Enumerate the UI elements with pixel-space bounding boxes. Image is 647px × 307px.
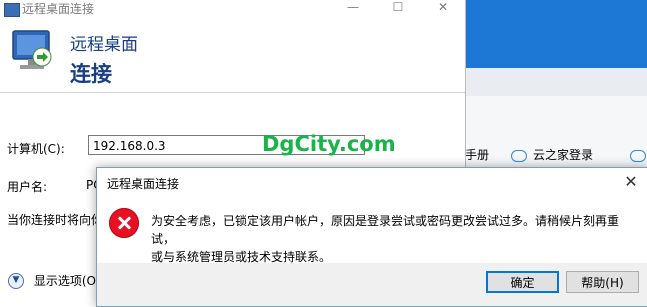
header-title-line1: 远程桌面 (70, 35, 138, 55)
username-label: 用户名: (7, 180, 48, 194)
cloud-icon (630, 149, 646, 162)
background-toolbar (465, 68, 647, 96)
window-title: 远程桌面连接 (22, 2, 95, 16)
bookmark-item[interactable]: 云之家登录 (511, 146, 593, 163)
dialog-title: 远程桌面连接 (107, 177, 180, 191)
background-header (465, 0, 647, 68)
ok-button[interactable]: 确定 (486, 271, 559, 293)
dialog-close-button[interactable]: ✕ (614, 168, 647, 196)
error-message-line1: 为安全考虑，已锁定该用户帐户，原因是登录尝试或密码更改尝试过多。请稍候片刻再重试… (151, 214, 620, 246)
error-message: 为安全考虑，已锁定该用户帐户，原因是登录尝试或密码更改尝试过多。请稍候片刻再重试… (151, 212, 631, 266)
watermark-text: DgCity.com (262, 132, 396, 156)
maximize-button[interactable]: ☐ (383, 0, 413, 14)
error-dialog: 远程桌面连接 ✕ 为安全考虑，已锁定该用户帐户，原因是登录尝试或密码更改尝试过多… (96, 167, 647, 307)
bookmark-label: 云之家登录 (533, 148, 594, 162)
dialog-button-bar: 确定 帮助(H) (97, 263, 647, 306)
error-icon (109, 208, 139, 238)
close-button[interactable]: ✕ (428, 0, 458, 14)
header-divider (0, 92, 465, 93)
cloud-icon (511, 149, 527, 162)
background-address-area (465, 96, 647, 140)
computer-label: 计算机(C): (7, 142, 65, 156)
expand-options-icon: ▼ (8, 272, 24, 289)
show-options-button[interactable]: ▼ 显示选项(O) (8, 272, 101, 289)
remote-desktop-small-icon (4, 3, 20, 17)
title-bar: 远程桌面连接 — ☐ ✕ (0, 0, 465, 24)
remote-desktop-icon (12, 30, 52, 69)
minimize-button[interactable]: — (338, 0, 368, 14)
bookmark-item[interactable]: 智 (630, 146, 647, 163)
credentials-info-text: 当你连接时将向你 (7, 213, 104, 227)
show-options-label: 显示选项(O) (33, 274, 101, 288)
help-button[interactable]: 帮助(H) (566, 271, 639, 293)
header-title-line2: 连接 (70, 62, 112, 86)
